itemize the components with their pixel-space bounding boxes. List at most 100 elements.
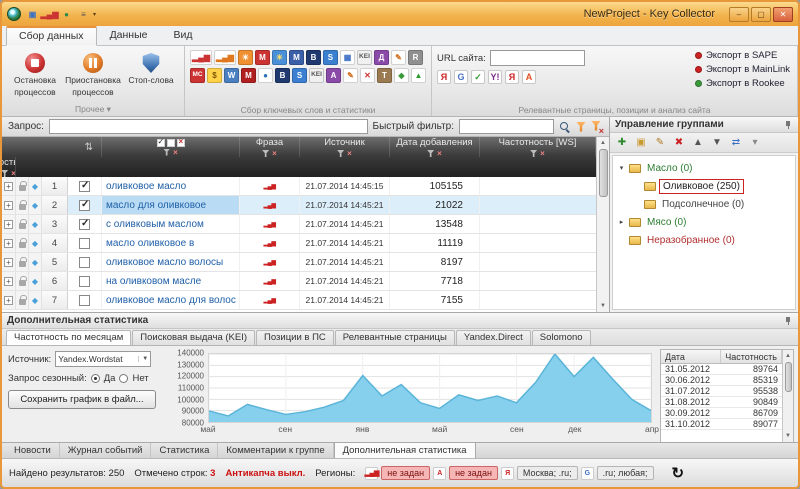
export-link[interactable]: Экспорт в Rookee xyxy=(695,78,790,89)
row-checkbox[interactable] xyxy=(79,257,90,268)
region-badge[interactable]: Москва; .ru; xyxy=(517,466,578,480)
bottom-tab[interactable]: Новости xyxy=(6,443,60,458)
column-header-freq-quoted-ws[interactable]: Частотность " " [WS] × xyxy=(2,157,16,177)
row-expand-icon[interactable] xyxy=(4,239,13,248)
collector-icon[interactable]: ☀ xyxy=(272,50,287,65)
collector-icon[interactable]: ● xyxy=(258,68,273,83)
collector-icon[interactable]: ✕ xyxy=(360,68,375,83)
freq-col-date[interactable]: Дата xyxy=(661,350,721,363)
tree-expand-icon[interactable]: ▸ xyxy=(617,218,626,226)
row-expand-icon[interactable] xyxy=(4,258,13,267)
row-expand-icon[interactable] xyxy=(4,201,13,210)
bottom-tab[interactable]: Дополнительная статистика xyxy=(334,443,476,458)
group-tree-item[interactable]: ▸ Мясо (0) xyxy=(613,213,795,231)
group-tree-item[interactable]: Оливковое (250) xyxy=(613,177,795,195)
save-chart-button[interactable]: Сохранить график в файл... xyxy=(8,390,156,409)
collector-icon[interactable]: М xyxy=(255,50,270,65)
row-expand-icon[interactable] xyxy=(4,296,13,305)
stats-tab[interactable]: Yandex.Direct xyxy=(456,330,531,345)
region-badge[interactable]: .ru; любая; xyxy=(597,466,654,480)
group-label[interactable]: Подсолнечное (0) xyxy=(659,198,747,211)
table-row[interactable]: ◆ 4 масло оливковое в ▂▄▆ 21.07.2014 14:… xyxy=(2,234,596,253)
region-badge-group[interactable]: Я Москва; .ru; xyxy=(501,466,578,480)
quick-access-icon[interactable]: ≡ xyxy=(76,7,91,22)
table-scrollbar[interactable]: ▲ ▼ xyxy=(596,137,609,312)
group-tree-item[interactable]: Подсолнечное (0) xyxy=(613,195,795,213)
ribbon-group-label[interactable]: Прочее ▾ xyxy=(2,104,184,115)
collector-icon[interactable]: ✎ xyxy=(391,50,406,65)
phrase-cell[interactable]: с оливковым маслом xyxy=(102,215,240,233)
freq-col-value[interactable]: Частотность xyxy=(721,350,782,363)
quick-access-icon[interactable]: ▣ xyxy=(25,7,40,22)
column-header-phrase[interactable]: Фраза × xyxy=(240,137,300,157)
scroll-down-icon[interactable]: ▼ xyxy=(600,301,606,311)
table-row[interactable]: ◆ 7 оливковое масло для волос ▂▄▆ 21.07.… xyxy=(2,291,596,310)
groups-toolbar-icon[interactable]: ⇄ xyxy=(729,138,743,148)
ribbon-big-button[interactable]: Приостановка процессов xyxy=(65,48,121,99)
region-badge-group[interactable]: А не задан xyxy=(433,466,498,480)
seasonal-yes-radio[interactable] xyxy=(91,374,100,383)
collector-icon[interactable]: M xyxy=(289,50,304,65)
collector-icon[interactable]: KEI xyxy=(357,50,372,65)
filter-clear-icon[interactable]: × xyxy=(437,150,442,157)
groups-toolbar-icon[interactable]: ✚ xyxy=(615,138,629,148)
pin-icon[interactable] xyxy=(784,316,793,326)
group-tree-item[interactable]: ▾ Масло (0) xyxy=(613,159,795,177)
filter-funnel-icon[interactable] xyxy=(427,150,434,157)
collector-icon[interactable]: S xyxy=(323,50,338,65)
region-badge-group[interactable]: G .ru; любая; xyxy=(581,466,654,480)
phrase-cell[interactable]: оливковое масло xyxy=(102,177,240,195)
collector-icon[interactable]: ▂▄▆ xyxy=(214,50,236,65)
filter-clear-icon[interactable]: × xyxy=(540,150,545,157)
quick-access-icon[interactable]: ● xyxy=(59,7,74,22)
clear-filter-icon[interactable] xyxy=(591,121,603,133)
quick-access-dropdown-icon[interactable]: ▾ xyxy=(93,11,96,18)
ribbon-tab[interactable]: Сбор данных xyxy=(6,26,97,46)
row-expand-icon[interactable] xyxy=(4,277,13,286)
collector-icon[interactable]: М xyxy=(241,68,256,83)
export-link[interactable]: Экспорт в MainLink xyxy=(695,64,790,75)
row-checkbox[interactable] xyxy=(79,200,90,211)
groups-toolbar-icon[interactable]: ▾ xyxy=(748,138,762,148)
filter-clear-icon[interactable]: × xyxy=(173,149,178,156)
minimize-button[interactable]: – xyxy=(729,7,749,22)
filter-icon[interactable] xyxy=(576,122,586,132)
group-label[interactable]: Масло (0) xyxy=(644,162,696,175)
collector-icon[interactable]: ☀ xyxy=(238,50,253,65)
site-analysis-icon[interactable]: ✓ xyxy=(471,70,485,84)
collector-icon[interactable]: МС xyxy=(190,68,205,83)
phrase-cell[interactable]: на оливковом масле xyxy=(102,272,240,290)
stats-tab[interactable]: Релевантные страницы xyxy=(335,330,455,345)
quick-access-icon[interactable]: ▂▄▆ xyxy=(42,7,57,22)
filter-funnel-icon[interactable] xyxy=(337,150,344,157)
filter-funnel-icon[interactable] xyxy=(2,170,8,177)
site-analysis-icon[interactable]: Я xyxy=(505,70,519,84)
ribbon-big-button[interactable]: Стоп-слова xyxy=(123,48,179,99)
table-row[interactable]: ◆ 2 масло для оливковое ▂▄▆ 21.07.2014 1… xyxy=(2,196,596,215)
collector-icon[interactable]: R xyxy=(408,50,423,65)
row-expand-icon[interactable] xyxy=(4,220,13,229)
check-all-icon[interactable] xyxy=(157,139,165,147)
filter-clear-icon[interactable]: × xyxy=(347,150,352,157)
region-badge-group[interactable]: ▂▄▆ не задан xyxy=(365,466,430,480)
site-analysis-icon[interactable]: А xyxy=(522,70,536,84)
bottom-tab[interactable]: Комментарии к группе xyxy=(218,443,333,458)
groups-toolbar-icon[interactable]: ▼ xyxy=(710,138,724,148)
row-checkbox[interactable] xyxy=(79,181,90,192)
stats-tab[interactable]: Позиции в ПС xyxy=(256,330,334,345)
collector-icon[interactable]: W xyxy=(224,68,239,83)
ribbon-tab[interactable]: Данные xyxy=(97,26,161,45)
source-select[interactable]: Yandex.Wordstat ▼ xyxy=(55,351,151,367)
phrase-cell[interactable]: масло оливковое в xyxy=(102,234,240,252)
scroll-down-icon[interactable]: ▼ xyxy=(785,431,791,441)
collector-icon[interactable]: ▦ xyxy=(340,50,355,65)
collector-icon[interactable]: ◆ xyxy=(394,68,409,83)
group-label[interactable]: Неразобранное (0) xyxy=(644,234,738,247)
collector-icon[interactable]: ▲ xyxy=(411,68,426,83)
pin-icon[interactable] xyxy=(784,120,793,130)
collector-icon[interactable]: $ xyxy=(207,68,222,83)
column-header-date[interactable]: Дата добавления × xyxy=(390,137,480,157)
groups-toolbar-icon[interactable]: ✖ xyxy=(672,138,686,148)
stats-tab[interactable]: Solomono xyxy=(532,330,591,345)
collector-icon[interactable]: Д xyxy=(374,50,389,65)
